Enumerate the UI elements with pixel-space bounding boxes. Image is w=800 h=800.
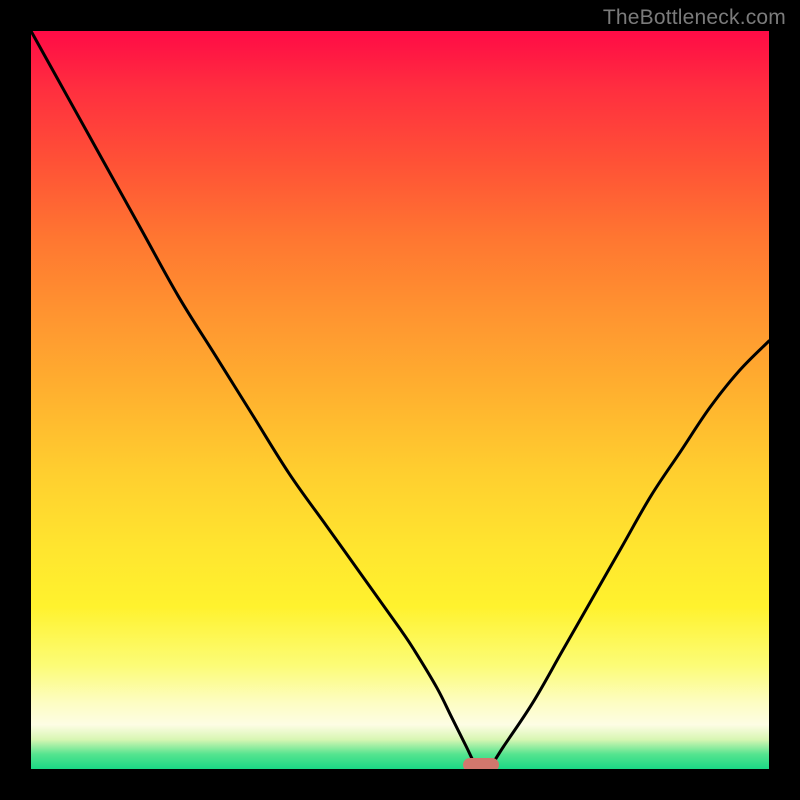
- bottleneck-curve: [31, 31, 769, 769]
- plot-area: [31, 31, 769, 769]
- optimal-marker: [463, 758, 499, 769]
- watermark-text: TheBottleneck.com: [603, 6, 786, 30]
- stage: TheBottleneck.com: [0, 0, 800, 800]
